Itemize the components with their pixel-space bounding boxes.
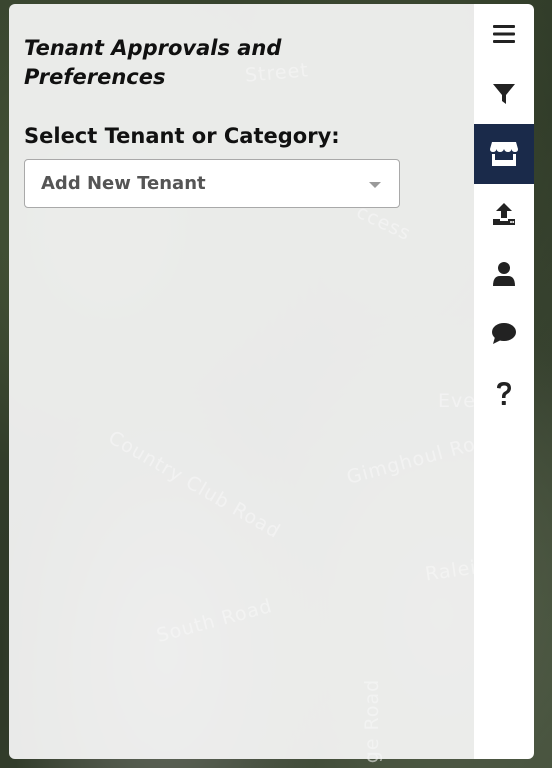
tenant-select-dropdown[interactable]: Add New Tenant bbox=[24, 159, 400, 208]
tab-menu[interactable] bbox=[474, 4, 534, 64]
help-icon bbox=[495, 381, 513, 407]
tab-help[interactable] bbox=[474, 364, 534, 424]
store-icon bbox=[489, 141, 519, 167]
panel-title: Tenant Approvals and Preferences bbox=[24, 36, 282, 89]
chevron-down-icon bbox=[369, 182, 381, 188]
upload-icon bbox=[492, 202, 516, 226]
tab-filter[interactable] bbox=[474, 64, 534, 124]
tab-user[interactable] bbox=[474, 244, 534, 304]
filter-icon bbox=[492, 82, 516, 106]
menu-icon bbox=[493, 24, 515, 44]
comment-icon bbox=[491, 322, 517, 346]
tab-comments[interactable] bbox=[474, 304, 534, 364]
select-label: Select Tenant or Category: bbox=[24, 124, 340, 148]
tab-upload[interactable] bbox=[474, 184, 534, 244]
sidebar-tab-bar bbox=[474, 4, 534, 759]
sidebar-panel: Tenant Approvals and Preferences Select … bbox=[9, 4, 474, 759]
user-icon bbox=[492, 261, 516, 287]
tab-store[interactable] bbox=[474, 124, 534, 184]
tenant-select-value: Add New Tenant bbox=[41, 173, 206, 194]
